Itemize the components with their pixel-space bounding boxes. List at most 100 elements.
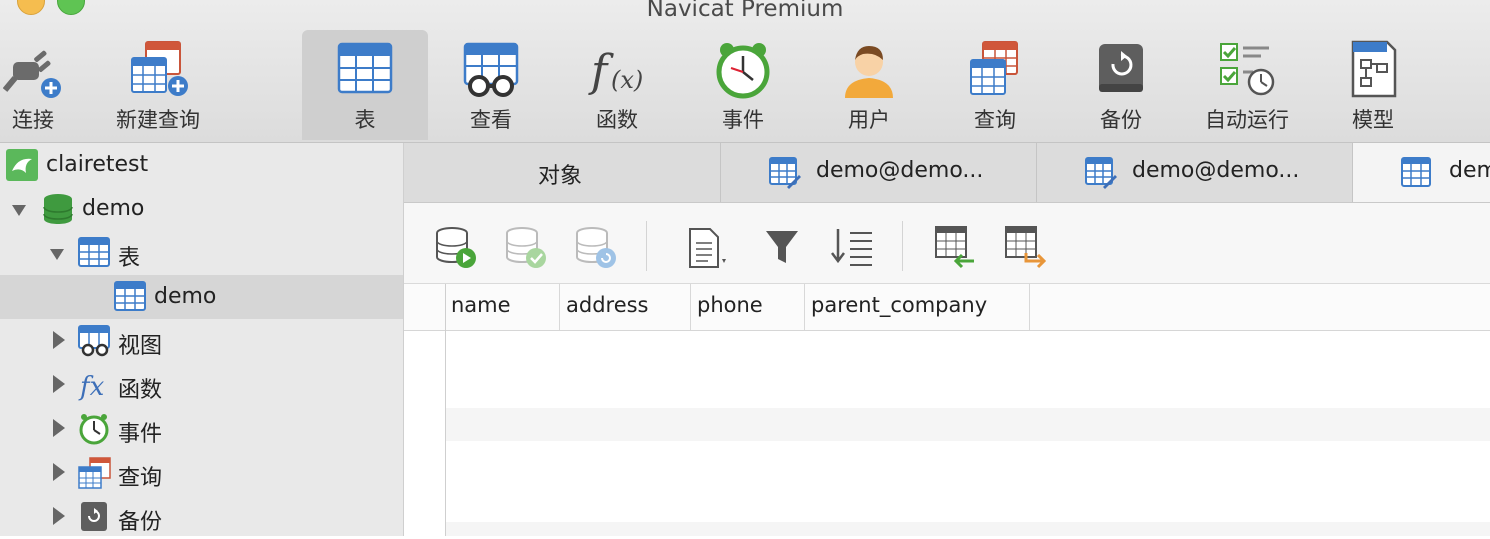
toolbar-queries[interactable]: 查询 bbox=[932, 30, 1058, 140]
navigation-tree: clairetest demo 表 demo 视图 fx 函数 事件 查询 备份 bbox=[0, 143, 404, 536]
tab-demo-3[interactable]: dem bbox=[1353, 143, 1490, 202]
toolbar-connect[interactable]: 连接 bbox=[0, 30, 96, 140]
tree-database-label: demo bbox=[82, 196, 145, 221]
sort-icon[interactable] bbox=[830, 225, 874, 269]
filter-icon[interactable] bbox=[762, 225, 806, 269]
new-query-icon bbox=[131, 41, 188, 96]
tree-tables-group[interactable]: 表 bbox=[0, 231, 403, 275]
toolbar-label: 连接 bbox=[12, 108, 54, 132]
view-icon bbox=[463, 42, 519, 97]
tree-connection[interactable]: clairetest bbox=[0, 143, 403, 187]
toolbar-separator bbox=[902, 221, 903, 271]
tree-queries-group[interactable]: 查询 bbox=[0, 451, 403, 495]
column-header-label: name bbox=[451, 293, 511, 317]
toolbar-label: 用户 bbox=[848, 108, 890, 132]
function-icon: f (x) bbox=[588, 46, 643, 97]
column-header-name[interactable]: name bbox=[445, 284, 560, 330]
toolbar-model[interactable]: 模型 bbox=[1310, 30, 1436, 140]
tab-bar: 对象 demo@demo... demo@demo... dem bbox=[404, 143, 1490, 203]
disclosure-collapsed-icon[interactable] bbox=[52, 331, 66, 349]
tab-label: demo@demo... bbox=[816, 158, 984, 183]
table-icon bbox=[1401, 157, 1431, 187]
tab-label: 对象 bbox=[538, 164, 583, 189]
disclosure-collapsed-icon[interactable] bbox=[52, 463, 66, 481]
document-menu-icon[interactable] bbox=[686, 225, 730, 269]
toolbar-functions[interactable]: f (x) 函数 bbox=[554, 30, 680, 140]
tree-table-item[interactable]: demo bbox=[0, 275, 403, 319]
tree-functions-group[interactable]: fx 函数 bbox=[0, 363, 403, 407]
disclosure-expanded-icon[interactable] bbox=[50, 245, 64, 263]
tab-demo-2[interactable]: demo@demo... bbox=[1037, 143, 1353, 202]
toolbar-new-query[interactable]: 新建查询 bbox=[95, 30, 221, 140]
automation-icon bbox=[1220, 43, 1275, 96]
query-icon bbox=[78, 457, 111, 489]
database-run-icon[interactable] bbox=[434, 225, 478, 269]
database-revert-icon[interactable] bbox=[574, 225, 618, 269]
plug-icon bbox=[3, 50, 61, 98]
row-header-corner bbox=[404, 284, 446, 330]
table-design-icon bbox=[1085, 157, 1117, 189]
data-grid: name address phone parent_company bbox=[404, 284, 1490, 536]
svg-text:fx: fx bbox=[78, 372, 105, 401]
tree-backups-group[interactable]: 备份 bbox=[0, 495, 403, 539]
model-icon bbox=[1351, 40, 1397, 98]
title-toolbar: Navicat Premium 连接 新建查询 表 查看 f (x) 函数 事件… bbox=[0, 0, 1490, 143]
column-header-phone[interactable]: phone bbox=[691, 284, 805, 330]
column-header-parent-company[interactable]: parent_company bbox=[805, 284, 1030, 330]
tree-events-group[interactable]: 事件 bbox=[0, 407, 403, 451]
tree-events-label: 事件 bbox=[118, 422, 163, 447]
toolbar-views[interactable]: 查看 bbox=[428, 30, 554, 140]
alarm-clock-icon bbox=[716, 43, 770, 99]
toolbar-events[interactable]: 事件 bbox=[680, 30, 806, 140]
toolbar-label: 表 bbox=[354, 108, 376, 132]
tree-views-group[interactable]: 视图 bbox=[0, 319, 403, 363]
view-icon bbox=[78, 325, 110, 357]
toolbar-label: 查看 bbox=[470, 108, 512, 132]
disclosure-collapsed-icon[interactable] bbox=[52, 507, 66, 525]
tree-connection-label: clairetest bbox=[46, 152, 149, 177]
disclosure-collapsed-icon[interactable] bbox=[52, 419, 66, 437]
backup-icon bbox=[81, 502, 107, 531]
query-icon bbox=[970, 41, 1018, 95]
toolbar-users[interactable]: 用户 bbox=[806, 30, 932, 140]
tab-demo-1[interactable]: demo@demo... bbox=[721, 143, 1037, 202]
tree-tables-label: 表 bbox=[118, 246, 141, 271]
column-header-label: address bbox=[566, 293, 649, 317]
import-icon[interactable] bbox=[934, 225, 978, 269]
table-design-icon bbox=[769, 157, 801, 189]
toolbar-separator bbox=[646, 221, 647, 271]
toolbar-backup[interactable]: 备份 bbox=[1058, 30, 1184, 140]
column-header-address[interactable]: address bbox=[560, 284, 691, 330]
toolbar-automation[interactable]: 自动运行 bbox=[1184, 30, 1310, 140]
table-icon bbox=[78, 237, 110, 267]
tab-label: demo@demo... bbox=[1132, 158, 1300, 183]
toolbar-tables[interactable]: 表 bbox=[302, 30, 428, 140]
toolbar-label: 模型 bbox=[1352, 108, 1394, 132]
row-gutter bbox=[445, 284, 446, 536]
grid-header: name address phone parent_company bbox=[404, 284, 1490, 331]
tree-functions-label: 函数 bbox=[118, 378, 163, 403]
tree-database[interactable]: demo bbox=[0, 187, 403, 231]
column-header-label: parent_company bbox=[811, 293, 988, 317]
tree-backups-label: 备份 bbox=[118, 510, 163, 535]
mysql-connection-icon bbox=[6, 149, 38, 181]
table-icon bbox=[337, 42, 393, 94]
column-header-label: phone bbox=[697, 293, 763, 317]
database-icon bbox=[43, 194, 73, 224]
disclosure-collapsed-icon[interactable] bbox=[52, 375, 66, 393]
function-icon: fx bbox=[78, 372, 105, 401]
toolbar-label: 查询 bbox=[974, 108, 1016, 132]
data-toolbar bbox=[404, 203, 1490, 284]
tree-table-item-label: demo bbox=[154, 284, 217, 309]
database-apply-icon[interactable] bbox=[504, 225, 548, 269]
empty-row-stripe bbox=[446, 522, 1490, 536]
table-icon bbox=[114, 281, 146, 311]
toolbar-label: 新建查询 bbox=[116, 108, 200, 132]
toolbar-label: 备份 bbox=[1100, 108, 1142, 132]
backup-icon bbox=[1099, 44, 1143, 92]
tree-views-label: 视图 bbox=[118, 334, 163, 359]
tab-objects[interactable]: 对象 bbox=[404, 143, 721, 202]
disclosure-expanded-icon[interactable] bbox=[12, 201, 26, 219]
export-icon[interactable] bbox=[1004, 225, 1048, 269]
alarm-clock-icon bbox=[79, 414, 109, 445]
